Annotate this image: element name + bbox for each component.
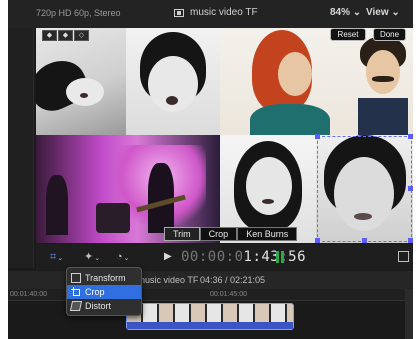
chevron-down-icon: ⌄	[57, 255, 64, 262]
crop-icon	[71, 287, 81, 297]
video-frame-tile	[220, 28, 413, 135]
view-menu[interactable]: View ⌄	[366, 7, 400, 18]
menu-item-label: Crop	[85, 287, 105, 297]
done-button[interactable]: Done	[373, 28, 406, 41]
video-frame-tile	[36, 28, 126, 135]
crop-handle[interactable]	[408, 186, 413, 191]
ken-burns-mode-button[interactable]: Ken Burns	[237, 227, 298, 241]
trim-mode-button[interactable]: Trim	[164, 227, 200, 241]
crop-handle[interactable]	[408, 134, 413, 139]
transform-tool-menu[interactable]: ⌗⌄	[50, 250, 63, 264]
video-frame-tile	[126, 28, 220, 135]
film-icon	[174, 8, 184, 17]
crop-frame[interactable]	[317, 136, 412, 242]
timeline-clip-name: nusic video TF	[140, 275, 199, 285]
final-cut-window: 720p HD 60p, Stereo music video TF 84% ⌄…	[8, 0, 413, 339]
crop-tool-icon: ⌗	[50, 251, 57, 263]
keyframe-controls: ◆ ◆ ◇	[42, 30, 89, 41]
crop-handle[interactable]	[315, 238, 320, 243]
chevron-down-icon: ⌄	[123, 255, 130, 262]
keyframe-prev-icon[interactable]: ◆	[42, 30, 57, 41]
chevron-down-icon: ⌄	[94, 255, 101, 262]
menu-item-label: Transform	[85, 273, 126, 283]
zoom-menu[interactable]: 84% ⌄	[330, 7, 361, 18]
transform-icon	[71, 273, 81, 283]
inspector-edge	[405, 289, 413, 339]
project-title: music video TF	[190, 7, 258, 18]
timeline-position: 04:36 / 02:21:05	[200, 275, 266, 285]
left-margin	[0, 0, 8, 339]
speedometer-icon: ◔	[116, 251, 123, 263]
crop-handle[interactable]	[362, 238, 367, 243]
transform-popup-menu: Transform Crop Distort	[66, 267, 142, 316]
ruler-tick: 00:01:40:00	[10, 291, 47, 298]
play-icon[interactable]: ▶	[164, 251, 172, 262]
browser-panel-edge	[8, 28, 34, 268]
enhancements-menu[interactable]: ✦⌄	[84, 250, 100, 264]
chevron-down-icon: ⌄	[352, 7, 362, 18]
timeline-clip[interactable]	[126, 303, 294, 330]
project-title-group: music video TF	[174, 7, 258, 18]
reset-button[interactable]: Reset	[330, 28, 366, 41]
keyframe-add-icon[interactable]: ◆	[58, 30, 73, 41]
audio-meters	[276, 251, 284, 263]
crop-mode-selector: Trim Crop Ken Burns	[164, 227, 298, 241]
crop-handle[interactable]	[315, 134, 320, 139]
timecode-display[interactable]: 00:00:01:43:56	[181, 249, 306, 265]
retime-menu[interactable]: ◔⌄	[116, 250, 130, 264]
menu-item-distort[interactable]: Distort	[67, 299, 141, 313]
chevron-down-icon: ⌄	[391, 7, 400, 18]
fullscreen-icon[interactable]	[398, 251, 409, 262]
distort-icon	[69, 301, 83, 311]
menu-item-transform[interactable]: Transform	[67, 271, 141, 285]
crop-handle[interactable]	[408, 238, 413, 243]
format-label: 720p HD 60p, Stereo	[36, 8, 121, 18]
viewer-header: 720p HD 60p, Stereo music video TF 84% ⌄…	[8, 0, 413, 28]
ruler-tick: 00:01:45:00	[210, 291, 247, 298]
menu-item-label: Distort	[85, 301, 112, 311]
magic-wand-icon: ✦	[84, 251, 94, 263]
video-viewer[interactable]	[36, 28, 413, 243]
menu-item-crop[interactable]: Crop	[67, 285, 141, 299]
crop-mode-button[interactable]: Crop	[199, 227, 238, 241]
keyframe-next-icon[interactable]: ◇	[74, 30, 89, 41]
